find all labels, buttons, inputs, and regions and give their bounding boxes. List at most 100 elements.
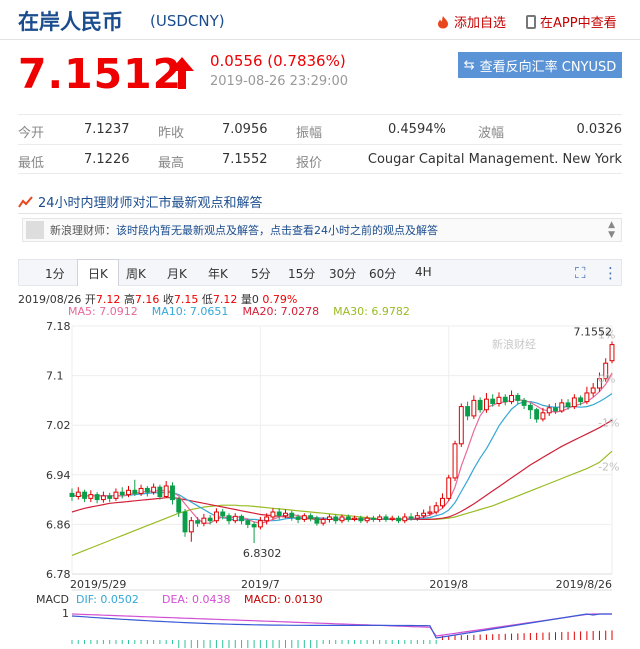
opinion-heading[interactable]: 24小时内理财师对汇市最新观点和解答 (18, 190, 622, 214)
tab-30min[interactable]: 30分 (329, 265, 356, 282)
candle-down (276, 511, 282, 517)
candle-up (232, 515, 238, 522)
tab-15min[interactable]: 15分 (288, 265, 315, 282)
candle-down (345, 516, 351, 520)
candle-down (207, 517, 213, 522)
avatar (26, 221, 44, 239)
candle-down (82, 491, 88, 499)
period-tabs: 1分 日K 周K 月K 年K 5分 15分 30分 60分 4H ⛶ ⋮ (18, 259, 622, 286)
stats-row: 今开 7.1237 昨收 7.0956 振幅 0.4594% 波幅 0.0326 (18, 114, 622, 144)
tab-4h[interactable]: 4H (415, 265, 432, 279)
ma10-line (72, 393, 613, 522)
stats-row: 最低 7.1226 最高 7.1552 报价 Cougar Capital Ma… (18, 144, 622, 174)
amplitude-value: 0.4594% (388, 122, 446, 137)
candle-up (452, 443, 458, 479)
opinion-box[interactable]: 新浪理财师： 该时段内暂无最新观点及解答，点击查看24小时之前的观点及解答 ▲ … (22, 218, 622, 242)
candle-up (446, 477, 452, 499)
macd-label: MACD (36, 593, 69, 606)
opinion-link[interactable]: 该时段内暂无最新观点及解答，点击查看24小时之前的观点及解答 (116, 222, 438, 238)
candle-up (339, 516, 345, 522)
open-label: 今开 (18, 126, 45, 141)
add-favorite-button[interactable]: 添加自选 (436, 12, 506, 31)
candle-up (377, 516, 383, 520)
candle-down (295, 516, 301, 520)
candle-down (515, 394, 521, 401)
reverse-rate-label: 查看反向汇率 CNYUSD (479, 59, 617, 75)
scroll-arrows[interactable]: ▲ ▼ (608, 220, 615, 240)
tab-weekly-k[interactable]: 周K (126, 265, 146, 282)
tab-daily-k[interactable]: 日K (77, 259, 119, 286)
reverse-rate-button[interactable]: ⇆ 查看反向汇率 CNYUSD (458, 52, 622, 78)
candle-down (289, 512, 295, 518)
scroll-down-icon[interactable]: ▼ (608, 230, 615, 240)
range-label: 波幅 (478, 126, 505, 141)
candle-up (301, 515, 307, 520)
macd-tick: 1 (62, 607, 69, 620)
view-in-app-button[interactable]: 在APP中查看 (526, 12, 617, 31)
tab-monthly-k[interactable]: 月K (167, 265, 187, 282)
candle-down (490, 398, 496, 405)
high-value: 7.1552 (222, 152, 268, 167)
y-tick-label: 7.02 (46, 419, 71, 432)
candle-up (88, 494, 94, 499)
scroll-up-icon[interactable]: ▲ (608, 220, 615, 230)
x-tick-label: 2019/8/26 (556, 578, 612, 591)
candle-up (326, 516, 332, 520)
candle-up (609, 344, 615, 362)
current-price: 7.1512 (18, 50, 183, 98)
candle-down (107, 495, 113, 499)
x-tick-label: 2019/5/29 (70, 578, 126, 591)
ma20-line (71, 419, 613, 520)
candle-up (496, 396, 502, 405)
tab-5min[interactable]: 5分 (251, 265, 271, 282)
candle-down (176, 499, 182, 513)
candle-down (333, 516, 339, 522)
prev-close-value: 7.0956 (222, 122, 268, 137)
candle-up (571, 397, 577, 408)
candle-up (188, 520, 194, 533)
tab-1min[interactable]: 1分 (45, 265, 65, 282)
kline-chart[interactable]: 7.187.17.026.946.866.782%1%0%-1%-2%2019/… (0, 318, 640, 649)
candle-down (239, 515, 244, 522)
candle-down (157, 486, 163, 497)
ma10-legend: MA10: 7.0651 (151, 305, 229, 318)
candle-down (477, 399, 483, 411)
candle-down (370, 517, 376, 520)
ma30-line (71, 450, 613, 556)
y-tick-label: 6.94 (46, 469, 71, 482)
page-header: 在岸人民币 (USDCNY) 添加自选 在APP中查看 (0, 0, 640, 40)
candle-up (546, 407, 552, 414)
candle-down (396, 517, 401, 522)
open-value: 7.1237 (84, 122, 130, 137)
candle-up (151, 486, 157, 493)
pct-tick-label: -2% (598, 460, 619, 473)
quoter-label: 报价 (296, 156, 323, 171)
tab-60min[interactable]: 60分 (369, 265, 396, 282)
candle-up (257, 520, 263, 528)
candle-up (433, 505, 439, 513)
range-value: 0.0326 (576, 122, 623, 137)
view-in-app-label: 在APP中查看 (540, 16, 617, 31)
candle-up (559, 402, 565, 412)
prev-close-label: 昨收 (158, 126, 185, 141)
x-tick-label: 2019/7 (241, 578, 280, 591)
more-icon[interactable]: ⋮ (603, 264, 618, 282)
candle-down (226, 515, 232, 522)
candle-up (389, 517, 395, 520)
symbol-code: (USDCNY) (150, 12, 225, 30)
ma5-line (71, 372, 613, 524)
up-arrow-icon (170, 57, 194, 89)
amplitude-label: 振幅 (296, 126, 323, 141)
candle-up (75, 491, 81, 498)
candle-up (163, 485, 169, 498)
candle-up (483, 398, 489, 411)
tab-yearly-k[interactable]: 年K (208, 265, 228, 282)
watermark: 新浪财经 (492, 337, 536, 351)
fullscreen-icon[interactable]: ⛶ (575, 264, 586, 282)
candle-down (408, 516, 414, 519)
candle-down (245, 520, 251, 525)
candle-down (527, 404, 533, 411)
candle-down (358, 517, 364, 522)
low-value: 7.1226 (84, 152, 130, 167)
candle-up (264, 516, 270, 522)
